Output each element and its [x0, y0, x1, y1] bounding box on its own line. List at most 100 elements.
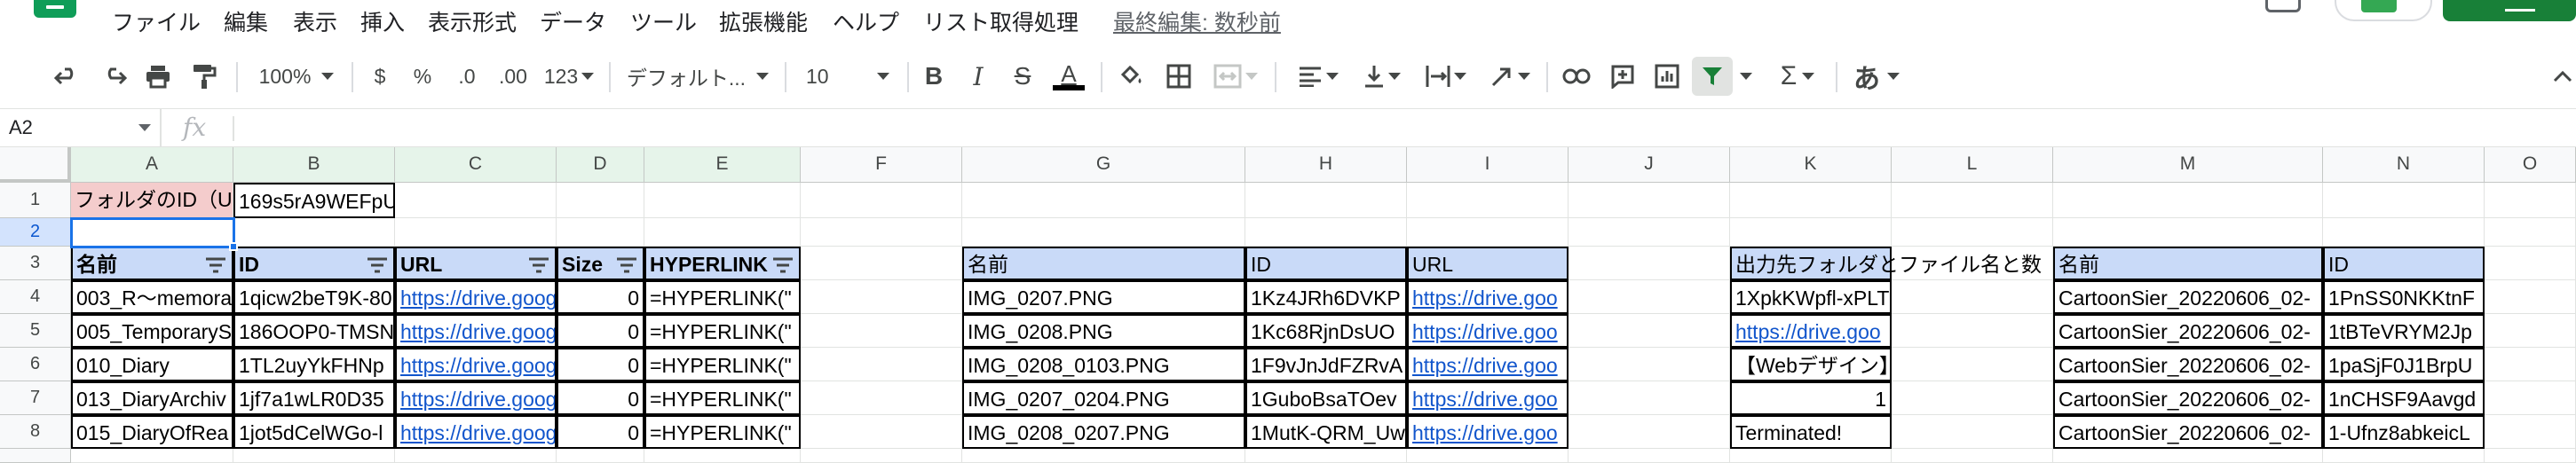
cell-d6[interactable]: 0: [557, 348, 644, 381]
grid-cell[interactable]: [1569, 415, 1730, 449]
cell-h7[interactable]: 1GuboBsaTOev: [1245, 381, 1407, 415]
insert-comment-icon[interactable]: [1605, 57, 1640, 96]
row-header-6[interactable]: 6: [0, 348, 71, 381]
col-header-b[interactable]: B: [233, 147, 395, 183]
grid-cell[interactable]: [801, 247, 962, 280]
col-header-j[interactable]: J: [1569, 147, 1730, 183]
cell-b5[interactable]: 186OOP0-TMSN: [233, 314, 395, 348]
insert-link-icon[interactable]: [1559, 57, 1594, 96]
cell-b8[interactable]: 1jot5dCelWGo-l: [233, 415, 395, 449]
cell-g6[interactable]: IMG_0208_0103.PNG: [962, 348, 1245, 381]
cell-n4[interactable]: 1PnSS0NKKtnF: [2323, 280, 2485, 314]
header-cell-url-2[interactable]: URL: [1407, 247, 1569, 280]
number-format-select[interactable]: 123: [540, 57, 598, 96]
cell-e6[interactable]: =HYPERLINK(": [644, 348, 801, 381]
grid-cell[interactable]: [1730, 449, 1892, 463]
grid-cell[interactable]: [2485, 183, 2576, 218]
menu-help[interactable]: ヘルプ: [831, 7, 901, 39]
cell-k6[interactable]: 【Webデザイン】: [1730, 348, 1892, 381]
col-header-d[interactable]: D: [557, 147, 644, 183]
grid-cell[interactable]: [71, 449, 233, 463]
cell-a5[interactable]: 005_TemporaryS: [71, 314, 233, 348]
cell-a1[interactable]: フォルダのID（U: [71, 183, 233, 218]
cell-g8[interactable]: IMG_0208_0207.PNG: [962, 415, 1245, 449]
text-rotation-icon[interactable]: [1484, 57, 1536, 96]
grid-cell[interactable]: [962, 449, 1245, 463]
decimal-increase-button[interactable]: .00: [494, 57, 533, 96]
grid-cell[interactable]: [1407, 218, 1569, 247]
decimal-decrease-button[interactable]: .0: [447, 57, 486, 96]
column-filter-icon[interactable]: [367, 257, 388, 273]
menu-file[interactable]: ファイル: [110, 7, 202, 39]
sheets-logo-icon[interactable]: [34, 0, 76, 18]
col-header-c[interactable]: C: [395, 147, 557, 183]
merge-cells-icon[interactable]: [1207, 57, 1264, 96]
cell-c5[interactable]: https://drive.goog: [395, 314, 557, 348]
grid-cell[interactable]: [2485, 280, 2576, 314]
menu-data[interactable]: データ: [538, 7, 608, 39]
column-filter-icon[interactable]: [616, 257, 637, 273]
grid-cell[interactable]: [1245, 183, 1407, 218]
cell-a6[interactable]: 010_Diary: [71, 348, 233, 381]
grid-cell[interactable]: [395, 449, 557, 463]
row-header-5[interactable]: 5: [0, 314, 71, 348]
col-header-a[interactable]: A: [71, 147, 233, 183]
grid-cell[interactable]: [1407, 449, 1569, 463]
cell-k7[interactable]: 1: [1730, 381, 1892, 415]
header-cell-name-2[interactable]: 名前: [962, 247, 1245, 280]
header-cell-id[interactable]: ID: [233, 247, 395, 280]
insert-chart-icon[interactable]: [1649, 57, 1685, 96]
grid-cell[interactable]: [557, 183, 644, 218]
functions-icon[interactable]: Σ: [1772, 57, 1823, 96]
font-size-select[interactable]: 10: [799, 57, 897, 96]
header-cell-name-3[interactable]: 名前: [2053, 247, 2323, 280]
grid-cell[interactable]: [1892, 449, 2053, 463]
redo-icon[interactable]: [96, 57, 131, 96]
cell-a8[interactable]: 015_DiaryOfRea: [71, 415, 233, 449]
cell-k8[interactable]: Terminated!: [1730, 415, 1892, 449]
menu-format[interactable]: 表示形式: [426, 7, 518, 39]
menu-edit[interactable]: 編集: [222, 7, 270, 39]
zoom-select[interactable]: 100%: [252, 57, 341, 96]
grid-cell[interactable]: [1245, 218, 1407, 247]
grid-cell[interactable]: [644, 183, 801, 218]
grid-cell[interactable]: [801, 415, 962, 449]
cell-a4[interactable]: 003_R～memora: [71, 280, 233, 314]
select-all-corner[interactable]: [0, 147, 71, 183]
col-header-e[interactable]: E: [644, 147, 801, 183]
text-wrapping-icon[interactable]: [1420, 57, 1472, 96]
italic-button[interactable]: I: [962, 57, 994, 96]
cell-g5[interactable]: IMG_0208.PNG: [962, 314, 1245, 348]
row-header-9[interactable]: [0, 449, 71, 463]
cell-m4[interactable]: CartoonSier_20220606_02-: [2053, 280, 2323, 314]
font-family-select[interactable]: デフォルト...: [621, 57, 774, 96]
cell-h6[interactable]: 1F9vJnJdFZRvA: [1245, 348, 1407, 381]
grid-cell[interactable]: [644, 449, 801, 463]
header-cell-hyperlink[interactable]: HYPERLINK: [644, 247, 801, 280]
cell-n8[interactable]: 1-Ufnz8abkeicL: [2323, 415, 2485, 449]
cell-b4[interactable]: 1qicw2beT9K-80: [233, 280, 395, 314]
row-header-3[interactable]: 3: [0, 247, 71, 280]
filter-icon[interactable]: [1692, 57, 1733, 96]
cell-n5[interactable]: 1tBTeVRYM2Jp: [2323, 314, 2485, 348]
grid-cell[interactable]: [2053, 183, 2323, 218]
col-header-k[interactable]: K: [1730, 147, 1892, 183]
cell-h4[interactable]: 1Kz4JRh6DVKP: [1245, 280, 1407, 314]
formula-input[interactable]: [245, 109, 2553, 146]
grid-cell[interactable]: [1892, 183, 2053, 218]
grid-cell[interactable]: [2485, 449, 2576, 463]
grid-cell[interactable]: [1892, 415, 2053, 449]
row-header-2[interactable]: 2: [0, 218, 71, 247]
col-header-h[interactable]: H: [1245, 147, 1407, 183]
bold-button[interactable]: B: [918, 57, 950, 96]
column-filter-icon[interactable]: [772, 257, 794, 273]
grid-cell[interactable]: [557, 449, 644, 463]
cell-g7[interactable]: IMG_0207_0204.PNG: [962, 381, 1245, 415]
grid-cell[interactable]: [1892, 314, 2053, 348]
collapse-toolbar-icon[interactable]: [2549, 57, 2576, 96]
cell-n6[interactable]: 1paSjF0J1BrpU: [2323, 348, 2485, 381]
cell-h5[interactable]: 1Kc68RjnDsUO: [1245, 314, 1407, 348]
cell-i4[interactable]: https://drive.goo: [1407, 280, 1569, 314]
grid-cell[interactable]: [801, 381, 962, 415]
column-filter-icon[interactable]: [205, 257, 226, 273]
